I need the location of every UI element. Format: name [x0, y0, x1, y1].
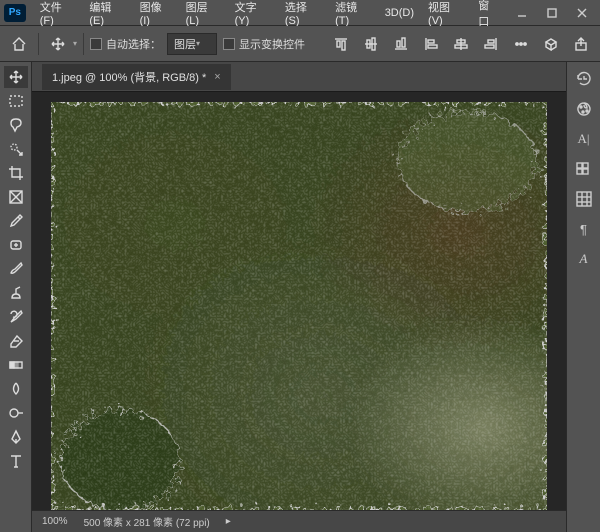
auto-select-target-dropdown[interactable]: 图层 ▾ — [167, 33, 217, 55]
character-panel-icon[interactable]: A| — [572, 128, 596, 150]
maximize-button[interactable] — [538, 3, 566, 23]
lasso-tool[interactable] — [4, 114, 28, 136]
paragraph-panel-icon[interactable]: ¶ — [572, 218, 596, 240]
checkbox-icon — [223, 38, 235, 50]
close-tab-icon[interactable]: × — [214, 71, 220, 83]
status-bar: 100% 500 像素 x 281 像素 (72 ppi) ▸ — [32, 510, 566, 532]
dodge-tool[interactable] — [4, 402, 28, 424]
minimize-button[interactable] — [508, 3, 536, 23]
align-left-icon[interactable] — [418, 32, 444, 56]
close-button[interactable] — [568, 3, 596, 23]
type-tool[interactable] — [4, 450, 28, 472]
crop-tool[interactable] — [4, 162, 28, 184]
frame-tool[interactable] — [4, 186, 28, 208]
gradient-tool[interactable] — [4, 354, 28, 376]
document-canvas[interactable] — [51, 102, 547, 510]
align-top-icon[interactable] — [328, 32, 354, 56]
eraser-tool[interactable] — [4, 330, 28, 352]
healing-brush-tool[interactable] — [4, 234, 28, 256]
show-transform-label: 显示变换控件 — [239, 36, 305, 52]
document-tab-title: 1.jpeg @ 100% (背景, RGB/8) * — [52, 69, 206, 85]
dropdown-value: 图层 — [174, 36, 196, 52]
glyphs-panel-icon[interactable]: A — [572, 248, 596, 270]
align-right-icon[interactable] — [478, 32, 504, 56]
marquee-tool[interactable] — [4, 90, 28, 112]
tool-preset-dropdown[interactable]: ▾ — [73, 39, 77, 48]
align-vcenter-icon[interactable] — [358, 32, 384, 56]
blur-tool[interactable] — [4, 378, 28, 400]
clone-stamp-tool[interactable] — [4, 282, 28, 304]
zoom-level[interactable]: 100% — [42, 516, 68, 527]
history-panel-icon[interactable] — [572, 68, 596, 90]
libraries-panel-icon[interactable] — [572, 188, 596, 210]
separator — [83, 33, 84, 55]
more-options-icon[interactable] — [508, 32, 534, 56]
move-tool-indicator-icon[interactable] — [45, 32, 71, 56]
document-tab[interactable]: 1.jpeg @ 100% (背景, RGB/8) * × — [42, 64, 231, 90]
align-hcenter-icon[interactable] — [448, 32, 474, 56]
swatches-panel-icon[interactable] — [572, 158, 596, 180]
pen-tool[interactable] — [4, 426, 28, 448]
document-tab-bar: 1.jpeg @ 100% (背景, RGB/8) * × — [32, 62, 566, 92]
align-bottom-icon[interactable] — [388, 32, 414, 56]
quick-select-tool[interactable] — [4, 138, 28, 160]
panels-dock: A| ¶ A — [566, 62, 600, 532]
canvas-area — [32, 92, 566, 510]
brush-tool[interactable] — [4, 258, 28, 280]
menu-3d[interactable]: 3D(D) — [379, 3, 420, 23]
3d-mode-icon[interactable] — [538, 32, 564, 56]
tools-panel — [0, 62, 32, 532]
move-tool[interactable] — [4, 66, 28, 88]
chevron-down-icon: ▾ — [196, 39, 200, 48]
auto-select-label: 自动选择： — [106, 36, 161, 52]
auto-select-checkbox[interactable]: 自动选择： — [90, 36, 161, 52]
separator — [38, 33, 39, 55]
show-transform-checkbox[interactable]: 显示变换控件 — [223, 36, 305, 52]
document-dimensions: 500 像素 x 281 像素 (72 ppi) — [84, 514, 210, 529]
app-logo: Ps — [4, 4, 26, 22]
eyedropper-tool[interactable] — [4, 210, 28, 232]
home-icon[interactable] — [6, 32, 32, 56]
color-panel-icon[interactable] — [572, 98, 596, 120]
status-arrow-icon[interactable]: ▸ — [226, 516, 231, 527]
share-icon[interactable] — [568, 32, 594, 56]
history-brush-tool[interactable] — [4, 306, 28, 328]
options-bar: ▾ 自动选择： 图层 ▾ 显示变换控件 — [0, 26, 600, 62]
checkbox-icon — [90, 38, 102, 50]
menu-bar: Ps 文件(F) 编辑(E) 图像(I) 图层(L) 文字(Y) 选择(S) 滤… — [0, 0, 600, 26]
